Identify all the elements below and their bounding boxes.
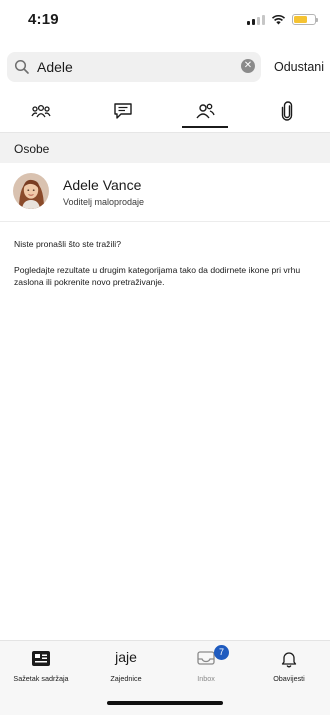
cancel-button[interactable]: Odustani [274,60,324,74]
inbox-count-badge: 7 [214,645,229,660]
nav-label-notifications: Obavijesti [273,674,305,683]
status-icons [247,14,318,25]
search-hint-text: Pogledajte rezultate u drugim kategorija… [14,265,301,287]
people-icon [196,103,215,119]
tab-files[interactable] [264,96,310,126]
bell-icon [281,652,297,668]
nav-icon-text: jaje [115,649,137,665]
paperclip-icon [281,101,293,121]
status-time: 4:19 [28,11,59,28]
clear-search-icon[interactable]: ✕ [241,59,255,73]
tab-conversations[interactable] [100,96,146,126]
avatar [13,173,49,209]
search-input[interactable] [37,56,232,78]
not-found-question: Niste pronašli što ste tražili? [14,239,121,249]
nav-item-feed[interactable]: Sažetak sadržaja [0,641,82,697]
chat-icon [114,103,132,119]
nav-item-inbox[interactable]: 7 Inbox [165,641,247,697]
person-name: Adele Vance [63,177,142,193]
cellular-signal-icon [247,14,265,25]
inbox-icon [197,651,215,665]
wifi-icon [271,14,286,25]
category-tabs [0,96,330,130]
person-result-row[interactable]: Adele Vance Voditelj maloprodaje [0,163,330,222]
people-group-icon [31,104,51,118]
nav-item-communities[interactable]: jaje Zajednice [85,641,167,697]
tab-communities[interactable] [18,96,64,126]
nav-item-notifications[interactable]: Obavijesti [248,641,330,697]
status-bar: 4:19 [0,0,330,40]
news-feed-icon [32,651,50,666]
home-indicator [107,701,223,705]
search-row: ✕ Odustani [7,52,330,82]
person-job-title: Voditelj maloprodaje [63,197,145,207]
section-title: Osobe [14,142,50,156]
search-box: ✕ [7,52,261,82]
nav-label-communities: Zajednice [110,674,142,683]
selected-tab-indicator [182,126,228,128]
nav-label-feed: Sažetak sadržaja [13,674,69,683]
nav-label-inbox: Inbox [197,674,215,683]
battery-icon [292,14,318,25]
tab-people[interactable] [182,96,228,126]
section-header: Osobe [0,132,330,163]
search-icon [14,59,29,74]
